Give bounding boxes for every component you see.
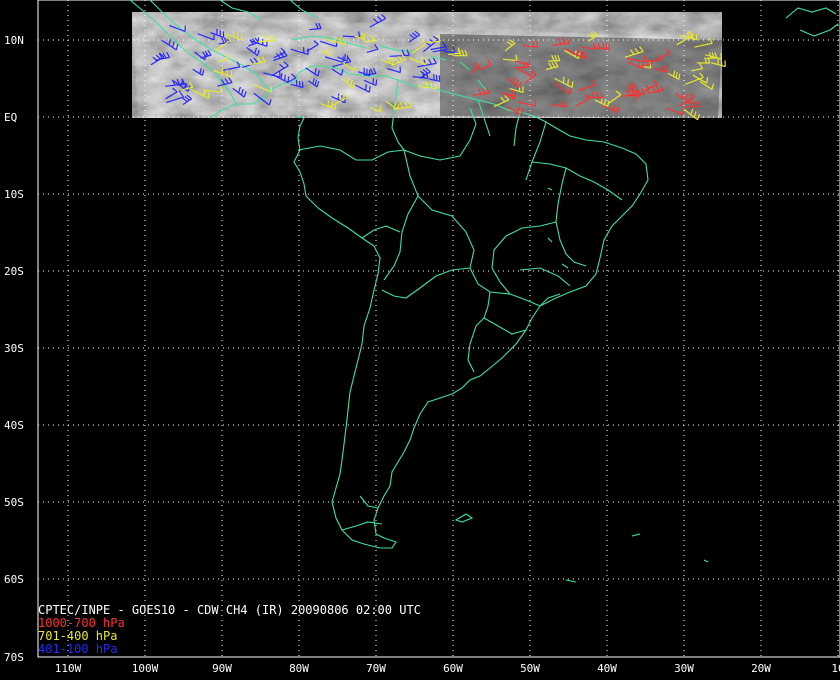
lon-label: 20W	[751, 662, 771, 675]
legend-high-level: 401-100 hPa	[38, 642, 118, 656]
lat-label: 70S	[4, 651, 24, 664]
lat-label: 40S	[4, 419, 24, 432]
lon-label: 50W	[520, 662, 540, 675]
lon-label: 100W	[132, 662, 159, 675]
lat-label: 50S	[4, 496, 24, 509]
lon-label: 80W	[289, 662, 309, 675]
lat-label: 60S	[4, 573, 24, 586]
country-borders	[297, 79, 623, 531]
lon-label: 60W	[443, 662, 463, 675]
north-america-coast	[785, 7, 839, 37]
map-canvas: 10N EQ 10S 20S 30S 40S 50S 60S 70S 110W 100W 90W 80…	[4, 0, 840, 675]
lon-label: 10	[831, 662, 840, 675]
latitude-labels: 10N EQ 10S 20S 30S 40S 50S 60S 70S	[4, 34, 24, 664]
lat-label: 10S	[4, 188, 24, 201]
lat-label: EQ	[4, 111, 17, 124]
south-america-coast	[209, 65, 649, 549]
lat-label: 10N	[4, 34, 24, 47]
lon-label: 40W	[597, 662, 617, 675]
lon-label: 70W	[366, 662, 386, 675]
longitude-labels: 110W 100W 90W 80W 70W 60W 50W 40W 30W 20W 10	[55, 662, 840, 675]
lat-label: 30S	[4, 342, 24, 355]
lon-label: 30W	[674, 662, 694, 675]
lat-label: 20S	[4, 265, 24, 278]
lon-label: 90W	[212, 662, 232, 675]
wind-vector-map: 10N EQ 10S 20S 30S 40S 50S 60S 70S 110W 100W 90W 80…	[0, 0, 840, 680]
lon-label: 110W	[55, 662, 82, 675]
